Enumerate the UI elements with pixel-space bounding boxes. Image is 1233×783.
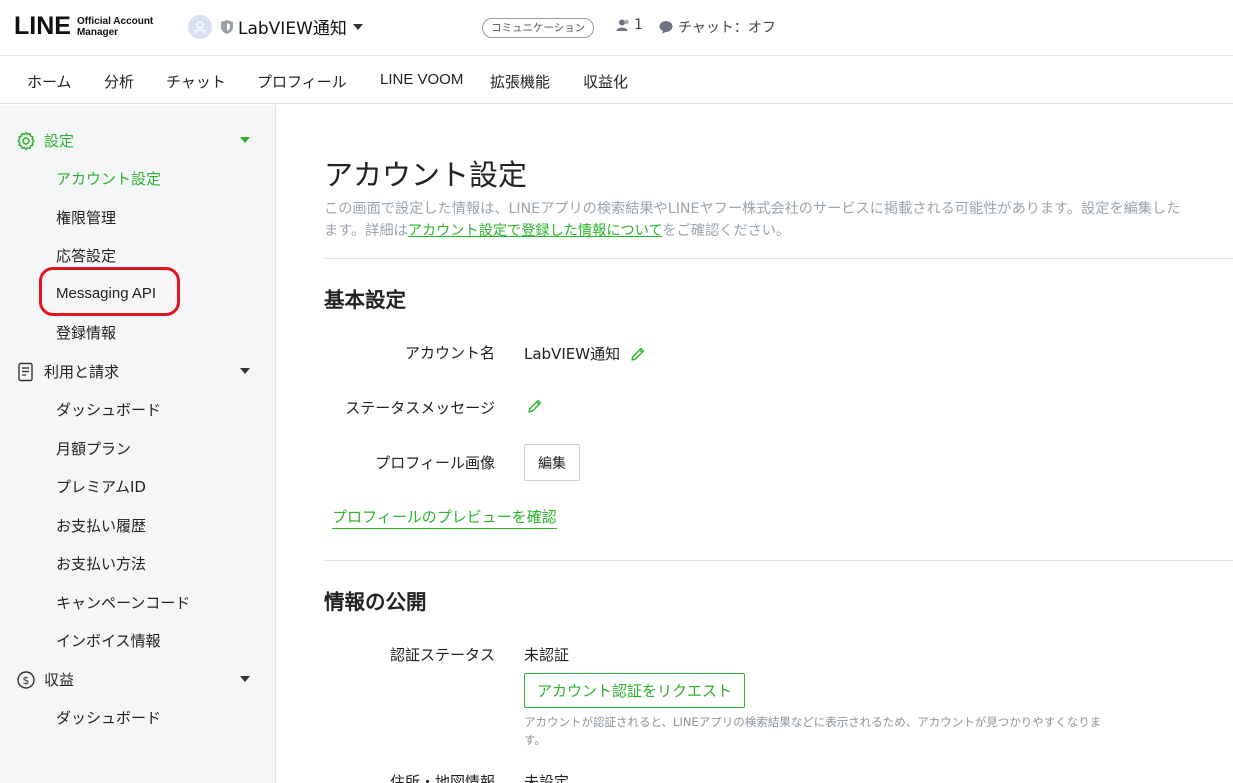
shield-icon <box>221 19 233 34</box>
sidebar-item-invoice-info[interactable]: インボイス情報 <box>56 630 161 651</box>
tab-home[interactable]: ホーム <box>27 71 72 92</box>
account-avatar <box>188 14 212 39</box>
sidebar-section-revenue[interactable]: $ 収益 <box>16 669 256 690</box>
sidebar-item-permissions[interactable]: 権限管理 <box>56 207 116 228</box>
sidebar-item-monthly-plan[interactable]: 月額プラン <box>56 438 131 459</box>
status-message-row <box>517 398 543 414</box>
sidebar-item-revenue-dashboard[interactable]: ダッシュボード <box>56 707 161 728</box>
publish-info-heading: 情報の公開 <box>324 590 427 614</box>
sidebar-item-dashboard[interactable]: ダッシュボード <box>56 399 161 420</box>
plan-badge: コミュニケーション <box>482 18 595 38</box>
gear-icon <box>17 131 35 150</box>
tab-profile[interactable]: プロフィール <box>257 71 347 92</box>
tab-line-voom[interactable]: LINE VOOM <box>380 71 463 88</box>
profile-image-label: プロフィール画像 <box>375 454 495 472</box>
friends-count-value: 1 <box>634 17 643 33</box>
chat-bubble-icon <box>659 21 673 34</box>
basic-settings-heading: 基本設定 <box>324 288 406 312</box>
pencil-icon[interactable] <box>630 346 646 362</box>
account-name: LabVIEW通知 <box>238 19 347 39</box>
friends-count[interactable]: 1 <box>616 17 643 33</box>
chevron-down-icon <box>240 676 250 682</box>
chat-status[interactable]: チャット：オフ <box>659 17 776 37</box>
description-line2-prefix: ます。詳細は <box>324 223 408 239</box>
sidebar-item-premium-id[interactable]: プレミアムID <box>56 476 146 497</box>
chevron-down-icon <box>352 23 363 30</box>
sidebar-item-payment-method[interactable]: お支払い方法 <box>56 553 146 574</box>
tab-monetization[interactable]: 収益化 <box>583 71 628 92</box>
sidebar-item-response-settings[interactable]: 応答設定 <box>56 245 116 266</box>
svg-text:$: $ <box>23 674 30 687</box>
sidebar-item-campaign-code[interactable]: キャンペーンコード <box>56 592 190 613</box>
line-logo[interactable]: LINE Official Account Manager <box>14 12 169 41</box>
pencil-icon[interactable] <box>527 398 543 414</box>
tab-extensions[interactable]: 拡張機能 <box>490 71 550 92</box>
account-name-row: LabVIEW通知 <box>524 343 646 364</box>
tab-chat[interactable]: チャット <box>166 71 226 92</box>
description-line1: この画面で設定した情報は、LINEアプリの検索結果やLINEヤフー株式会社のサー… <box>324 201 1181 217</box>
sidebar-section-billing[interactable]: 利用と請求 <box>16 361 256 382</box>
logo-subtitle: Official Account Manager <box>76 15 154 38</box>
address-label: 住所・地図情報 <box>389 773 495 783</box>
divider <box>324 258 1233 259</box>
main-content: アカウント設定 この画面で設定した情報は、LINEアプリの検索結果やLINEヤフ… <box>277 105 1233 783</box>
sidebar: 設定 アカウント設定 権限管理 応答設定 Messaging API 登録情報 … <box>0 105 276 783</box>
account-switcher[interactable]: LabVIEW通知 <box>188 14 363 39</box>
sidebar-item-payment-history[interactable]: お支払い履歴 <box>56 515 146 536</box>
sidebar-item-messaging-api[interactable]: Messaging API <box>56 285 156 302</box>
sidebar-section-label: 利用と請求 <box>44 363 120 381</box>
sidebar-section-settings[interactable]: 設定 <box>16 130 256 151</box>
description-line2-suffix: をご確認ください。 <box>662 223 791 239</box>
verification-note: アカウントが認証されると、LINEアプリの検索結果などに表示されるため、アカウン… <box>524 715 1102 747</box>
avatar-person-icon <box>194 20 206 33</box>
sidebar-section-label: 設定 <box>44 132 75 150</box>
top-header: LINE Official Account Manager LabVIEW通知 … <box>0 0 1233 56</box>
sidebar-item-account-settings[interactable]: アカウント設定 <box>56 168 161 189</box>
request-verification-button[interactable]: アカウント認証をリクエスト <box>524 673 745 708</box>
account-name-label: アカウント名 <box>404 344 495 362</box>
account-name-value: LabVIEW通知 <box>524 345 621 363</box>
account-info-help-link[interactable]: アカウント設定で登録した情報について <box>408 223 663 239</box>
logo-wordmark: LINE <box>14 12 71 40</box>
divider <box>324 560 1233 561</box>
edit-profile-image-button[interactable]: 編集 <box>524 444 580 481</box>
main-nav: ホーム 分析 チャット プロフィール LINE VOOM 拡張機能 収益化 <box>0 57 1233 104</box>
status-message-label: ステータスメッセージ <box>345 399 495 417</box>
chevron-down-icon <box>240 137 250 143</box>
address-value: 未設定 <box>524 773 570 783</box>
document-icon <box>18 362 33 381</box>
chevron-down-icon <box>240 368 250 374</box>
verification-status-label: 認証ステータス <box>389 646 495 664</box>
tab-analytics[interactable]: 分析 <box>104 71 134 92</box>
friends-icon <box>616 19 629 31</box>
verification-status-value: 未認証 <box>524 646 570 664</box>
chat-status-text: チャット：オフ <box>678 20 776 36</box>
page-title: アカウント設定 <box>324 158 528 192</box>
profile-preview-link[interactable]: プロフィールのプレビューを確認 <box>332 506 557 529</box>
coin-icon: $ <box>17 670 35 689</box>
page-description: この画面で設定した情報は、LINEアプリの検索結果やLINEヤフー株式会社のサー… <box>324 198 1233 242</box>
sidebar-section-label: 収益 <box>44 671 75 689</box>
sidebar-item-registration-info[interactable]: 登録情報 <box>56 322 116 343</box>
